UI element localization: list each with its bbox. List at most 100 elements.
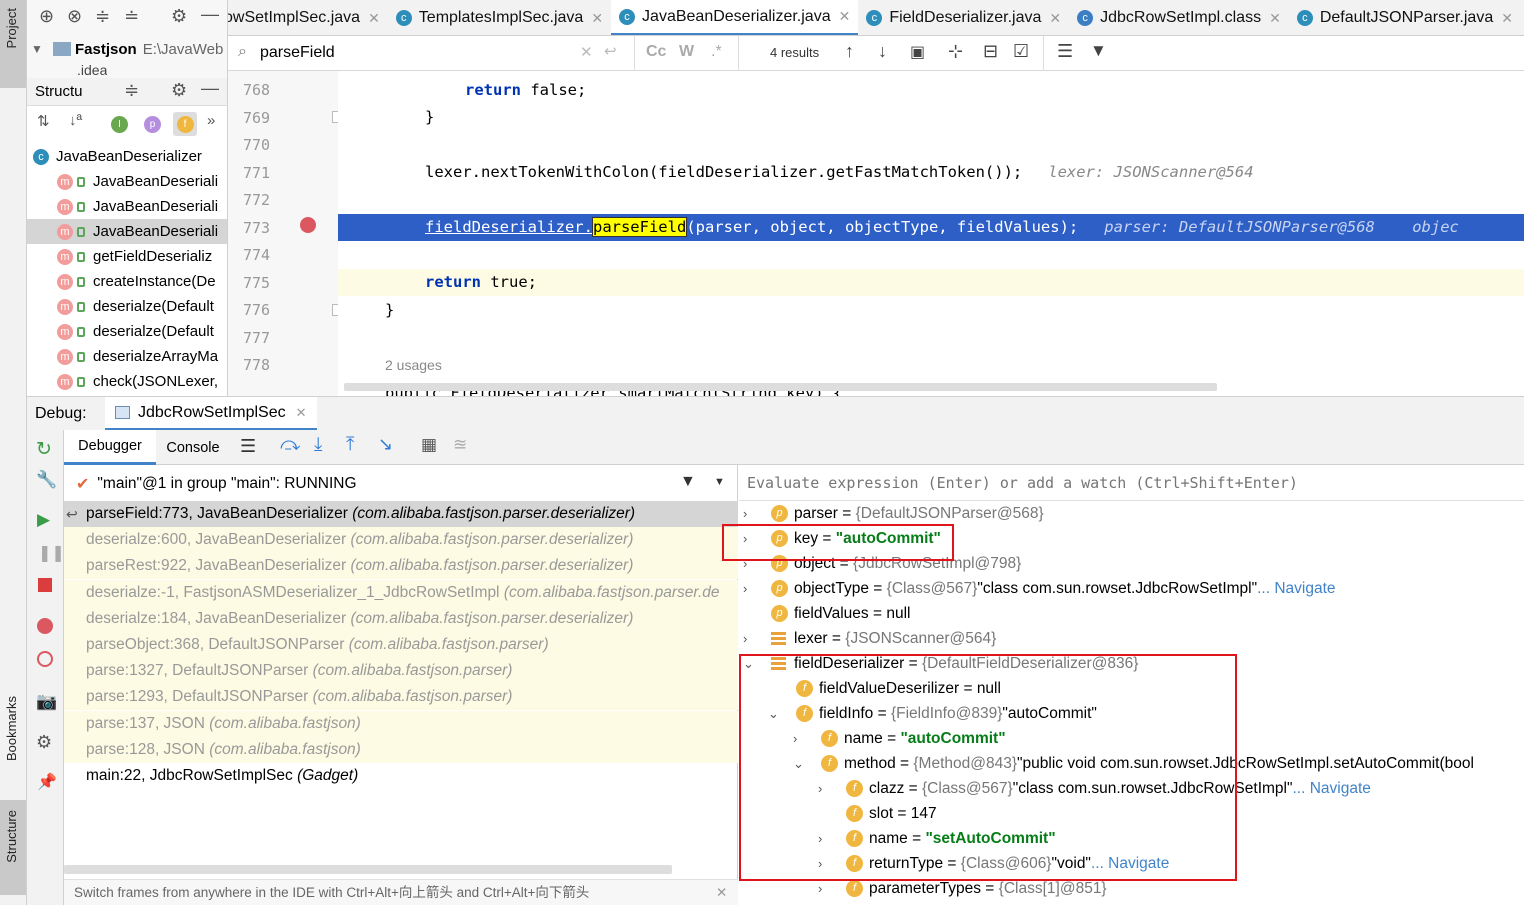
evaluate-expression-icon[interactable]: ▦ — [421, 435, 437, 455]
wrench-icon[interactable]: 🔧 — [36, 470, 57, 490]
newline-icon[interactable]: ↩ — [604, 42, 617, 60]
stop-icon[interactable] — [38, 578, 52, 592]
structure-tool-tab[interactable]: Structure — [0, 800, 26, 895]
expand-all-icon[interactable]: ≑ — [95, 6, 110, 27]
structure-root[interactable]: c JavaBeanDeserializer — [27, 144, 227, 169]
structure-item[interactable]: m deserialze(Default — [27, 319, 227, 344]
chevron-right-icon[interactable]: › — [743, 576, 759, 601]
project-tool-tab[interactable]: Project — [0, 0, 26, 88]
editor-tab[interactable]: owSetImplSec.java ✕ — [228, 0, 388, 35]
bookmarks-tool-tab[interactable]: Bookmarks — [0, 690, 26, 790]
close-icon[interactable]: ✕ — [1269, 10, 1281, 27]
gear-icon[interactable]: ⚙ — [171, 80, 187, 101]
stack-frame[interactable]: deserialze:-1, FastjsonASMDeserializer_1… — [64, 579, 738, 606]
filter-icon[interactable]: ▼ — [1090, 41, 1107, 61]
minimize-icon[interactable]: — — [201, 78, 219, 99]
structure-item[interactable]: m JavaBeanDeseriali — [27, 169, 227, 194]
search-input[interactable] — [260, 41, 560, 65]
pin-icon[interactable]: 📌 — [37, 772, 57, 792]
editor-tab[interactable]: c TemplatesImplSec.java ✕ — [388, 0, 611, 35]
target-icon[interactable]: ⊗ — [67, 6, 82, 27]
variable-row-parser[interactable]: › p parser = {DefaultJSONParser@568} — [743, 501, 1044, 526]
structure-item[interactable]: m JavaBeanDeseriali — [27, 194, 227, 219]
stack-frame[interactable]: main:22, JdbcRowSetImplSec (Gadget) — [64, 763, 738, 789]
stack-frame[interactable]: deserialze:184, JavaBeanDeserializer (co… — [64, 605, 738, 632]
expand-all-icon[interactable]: ≑ — [124, 80, 139, 101]
view-breakpoints-icon[interactable] — [37, 618, 53, 634]
navigate-link[interactable]: ... Navigate — [1292, 776, 1370, 801]
close-icon[interactable]: ✕ — [591, 10, 603, 27]
stack-frame[interactable]: parseRest:922, JavaBeanDeserializer (com… — [64, 553, 738, 580]
close-icon[interactable]: ✕ — [839, 8, 851, 25]
stack-frame[interactable]: parseObject:368, DefaultJSONParser (com.… — [64, 632, 738, 658]
close-icon[interactable]: ✕ — [368, 10, 380, 27]
navigate-link[interactable]: ... Navigate — [1257, 576, 1335, 601]
horizontal-scrollbar[interactable] — [344, 383, 1217, 391]
camera-icon[interactable]: 📷 — [36, 692, 57, 712]
stack-frame[interactable]: ↩ parseField:773, JavaBeanDeserializer (c… — [64, 501, 738, 527]
stack-frame[interactable]: parse:128, JSON (com.alibaba.fastjson) — [64, 736, 738, 763]
rerun-icon[interactable]: ↻ — [36, 438, 52, 461]
mute-breakpoints-icon[interactable] — [37, 651, 53, 667]
close-icon[interactable]: ✕ — [716, 880, 727, 905]
select-all-occurrences-icon[interactable]: ☑ — [1013, 41, 1029, 62]
chevron-right-icon[interactable]: › — [743, 501, 759, 526]
filter-icon[interactable]: ▼ — [680, 473, 696, 491]
add-occurrence-icon[interactable]: ⊹ — [948, 41, 963, 62]
close-icon[interactable]: ✕ — [1501, 10, 1513, 27]
structure-item[interactable]: m getFieldDeserializ — [27, 244, 227, 269]
step-into-icon[interactable]: ⤓ — [314, 434, 322, 456]
properties-icon[interactable]: p — [144, 116, 161, 133]
variable-row-fieldValues[interactable]: p fieldValues = null — [743, 601, 911, 626]
structure-item[interactable]: m check(JSONLexer, — [27, 369, 227, 394]
more-icon[interactable]: » — [207, 112, 215, 129]
step-over-icon[interactable]: ⤼ — [280, 434, 300, 456]
clear-search-icon[interactable]: ✕ — [580, 43, 593, 61]
editor-tab[interactable]: c JdbcRowSetImpl.class ✕ — [1069, 0, 1289, 35]
project-child-node[interactable]: .idea — [77, 62, 107, 78]
structure-item[interactable]: m deserialzeArrayMa — [27, 344, 227, 369]
structure-item[interactable]: m createInstance(De — [27, 269, 227, 294]
layout-icon[interactable]: ☰ — [240, 436, 256, 457]
collapse-all-icon[interactable]: ≐ — [124, 6, 139, 27]
pause-icon[interactable]: ❚❚ — [38, 543, 65, 563]
sort-alpha-icon[interactable]: ⇅ — [37, 112, 50, 130]
stack-frame[interactable]: parse:1327, DefaultJSONParser (com.aliba… — [64, 658, 738, 685]
gear-icon[interactable]: ⚙ — [36, 732, 52, 753]
match-case-icon[interactable]: Cc — [646, 43, 666, 61]
thread-selector[interactable]: ✔ "main"@1 in group "main": RUNNING ▼ ▼ — [64, 469, 738, 499]
horizontal-scrollbar[interactable] — [64, 865, 672, 874]
trace-stream-icon[interactable]: ≊ — [453, 435, 467, 455]
variable-row-lexer[interactable]: › lexer = {JSONScanner@564} — [743, 626, 996, 651]
chevron-right-icon[interactable]: › — [743, 626, 759, 651]
next-occurrence-icon[interactable]: ↓ — [878, 41, 887, 62]
close-icon[interactable]: ✕ — [296, 405, 307, 421]
fields-toggle[interactable]: f — [173, 112, 197, 136]
debug-session-tab[interactable]: JdbcRowSetImplSec ✕ — [105, 397, 317, 431]
step-out-icon[interactable]: ⤒ — [346, 434, 354, 456]
tab-console[interactable]: Console — [156, 430, 230, 465]
variable-row-objectType[interactable]: › p objectType = {Class@567} "class com.su… — [743, 576, 1336, 601]
structure-item[interactable]: m deserialze(Default — [27, 294, 227, 319]
close-icon[interactable]: ✕ — [1049, 10, 1061, 27]
tab-debugger[interactable]: Debugger — [64, 430, 156, 465]
globe-icon[interactable]: ⊕ — [39, 6, 54, 27]
select-all-icon[interactable]: ▣ — [910, 42, 925, 62]
resume-icon[interactable]: ▶ — [37, 510, 50, 530]
sort-visibility-icon[interactable]: ↓ª — [69, 112, 82, 129]
structure-item[interactable]: m JavaBeanDeseriali — [27, 219, 227, 244]
remove-occurrence-icon[interactable]: ⊟ — [983, 41, 998, 62]
editor-tab[interactable]: c JavaBeanDeserializer.java ✕ — [611, 0, 859, 35]
editor-tab[interactable]: c DefaultJSONParser.java ✕ — [1289, 0, 1521, 35]
code-editor[interactable]: return false; } lexer.nextTokenWithColon… — [338, 71, 1524, 396]
stack-frame[interactable]: parse:137, JSON (com.alibaba.fastjson) — [64, 710, 738, 737]
stack-frame[interactable]: deserialze:600, JavaBeanDeserializer (co… — [64, 527, 738, 554]
inherited-icon[interactable]: I — [111, 116, 128, 133]
previous-occurrence-icon[interactable]: ↑ — [845, 41, 854, 62]
evaluate-expression-input[interactable] — [747, 471, 1517, 495]
editor-tab[interactable]: c FieldDeserializer.java ✕ — [858, 0, 1069, 35]
chevron-down-icon[interactable]: ▼ — [714, 476, 725, 488]
run-to-cursor-icon[interactable]: ↘ — [378, 434, 393, 455]
breakpoint-icon[interactable] — [300, 217, 316, 233]
gear-icon[interactable]: ⚙ — [171, 6, 187, 27]
